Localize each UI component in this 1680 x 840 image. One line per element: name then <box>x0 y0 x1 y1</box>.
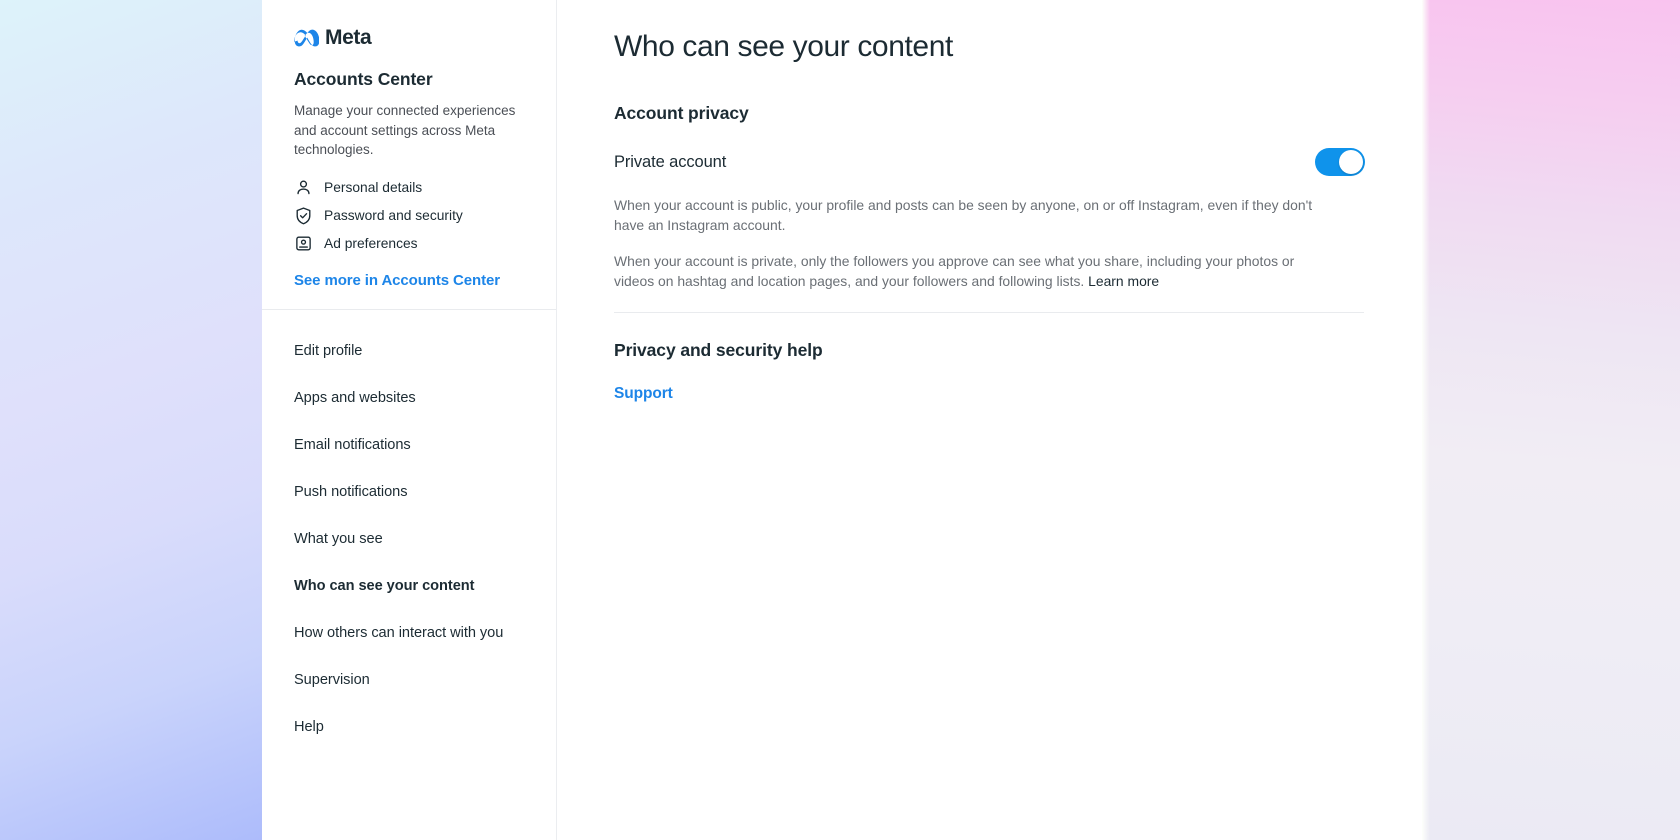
quick-link-label: Password and security <box>324 207 463 223</box>
quick-link-label: Personal details <box>324 179 423 195</box>
accounts-center-title: Accounts Center <box>294 69 433 89</box>
quick-link-password-and-security[interactable]: Password and security <box>294 202 526 230</box>
sidebar-item-supervision[interactable]: Supervision <box>294 657 526 704</box>
background-gradient-right <box>1422 0 1680 840</box>
private-account-label: Private account <box>614 152 727 171</box>
sidebar-item-email-notifications[interactable]: Email notifications <box>294 422 526 469</box>
account-privacy-heading: Account privacy <box>614 103 749 123</box>
sidebar-header: Meta Accounts Center Manage your connect… <box>262 0 556 289</box>
private-account-row: Private account <box>614 148 1367 176</box>
sidebar-item-help[interactable]: Help <box>294 704 526 751</box>
meta-brand: Meta <box>294 26 526 50</box>
quick-links-list: Personal details Password and security A… <box>294 174 526 258</box>
person-icon <box>294 178 313 197</box>
quick-link-label: Ad preferences <box>324 235 418 251</box>
page-root: Meta Accounts Center Manage your connect… <box>0 0 1680 840</box>
sidebar-item-apps-and-websites[interactable]: Apps and websites <box>294 375 526 422</box>
sidebar-item-what-you-see[interactable]: What you see <box>294 516 526 563</box>
sidebar-item-edit-profile[interactable]: Edit profile <box>294 328 526 375</box>
app-surface: Meta Accounts Center Manage your connect… <box>262 0 1422 840</box>
support-link[interactable]: Support <box>614 385 673 403</box>
meta-wordmark: Meta <box>325 26 372 49</box>
background-gradient-left <box>0 0 262 840</box>
accounts-center-description: Manage your connected experiences and ac… <box>294 103 516 157</box>
meta-infinity-logo-icon <box>294 29 319 47</box>
quick-link-personal-details[interactable]: Personal details <box>294 174 526 202</box>
shield-check-icon <box>294 206 313 225</box>
privacy-and-security-help-heading: Privacy and security help <box>614 340 823 360</box>
monitor-ad-icon <box>294 234 313 253</box>
sidebar-item-push-notifications[interactable]: Push notifications <box>294 469 526 516</box>
page-title: Who can see your content <box>614 30 953 63</box>
sidebar-nav: Edit profile Apps and websites Email not… <box>262 310 556 751</box>
sidebar-item-who-can-see-your-content[interactable]: Who can see your content <box>294 563 526 610</box>
public-account-description: When your account is public, your profil… <box>614 197 1313 233</box>
private-account-description-text: When your account is private, only the f… <box>614 253 1295 289</box>
quick-link-ad-preferences[interactable]: Ad preferences <box>294 230 526 258</box>
sidebar: Meta Accounts Center Manage your connect… <box>262 0 557 840</box>
learn-more-link[interactable]: Learn more <box>1088 273 1159 289</box>
see-more-in-accounts-center-link[interactable]: See more in Accounts Center <box>294 272 526 289</box>
toggle-knob <box>1339 150 1363 174</box>
content-divider <box>614 312 1364 313</box>
sidebar-item-how-others-can-interact-with-you[interactable]: How others can interact with you <box>294 610 526 657</box>
private-account-description: When your account is private, only the f… <box>614 252 1332 291</box>
main-content: Who can see your content Account privacy… <box>557 0 1422 840</box>
private-account-toggle[interactable] <box>1315 148 1365 176</box>
